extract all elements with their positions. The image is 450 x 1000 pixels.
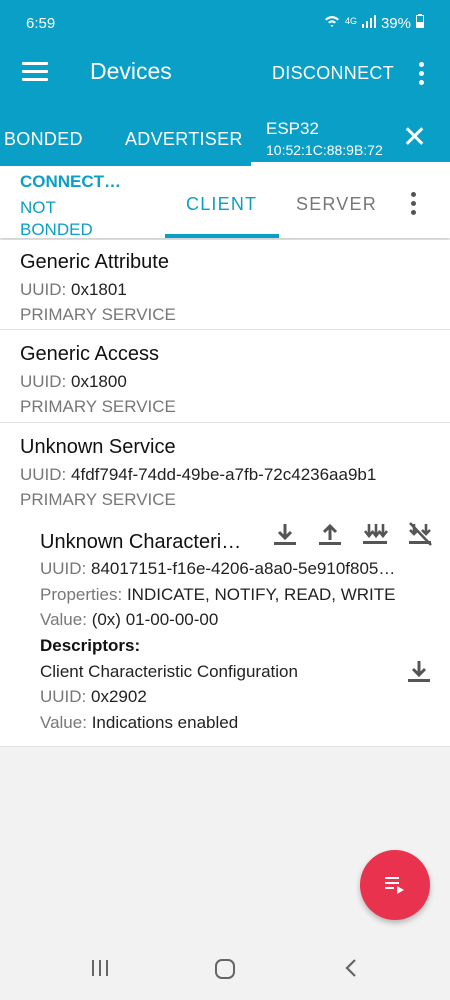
- tab-esp32[interactable]: ESP32 10:52:1C:88:9B:72: [266, 119, 383, 158]
- status-icons: 4G 39%: [324, 14, 424, 32]
- connection-state: CONNECT…: [20, 172, 122, 191]
- service-type: PRIMARY SERVICE: [20, 397, 176, 416]
- tab-advertiser[interactable]: ADVERTISER: [125, 129, 243, 150]
- service-item[interactable]: Generic Attribute UUID: 0x1801 PRIMARY S…: [0, 240, 450, 330]
- notify-icon[interactable]: [361, 522, 389, 546]
- back-icon[interactable]: [343, 958, 359, 983]
- service-list: Generic Attribute UUID: 0x1801 PRIMARY S…: [0, 240, 450, 747]
- client-tab-indicator: [165, 234, 279, 238]
- bond-state: NOT BONDED: [20, 198, 93, 239]
- system-nav-bar: [0, 940, 450, 1000]
- service-type: PRIMARY SERVICE: [20, 490, 176, 509]
- status-time: 6:59: [26, 15, 56, 32]
- log-fab-button[interactable]: [360, 850, 430, 920]
- properties-label: Properties:: [40, 584, 123, 604]
- characteristic-uuid: 84017151-f16e-4206-a8a0-5e910f805…: [91, 559, 396, 578]
- uuid-label: UUID:: [20, 465, 67, 484]
- indicate-off-icon[interactable]: [407, 522, 433, 546]
- service-uuid: 4fdf794f-74dd-49be-a7fb-72c4236aa9b1: [71, 465, 377, 484]
- service-uuid: 0x1801: [71, 280, 127, 299]
- uuid-label: UUID:: [40, 687, 87, 706]
- characteristic-item[interactable]: Unknown Characteri… UUID: 84017151-f16e-…: [0, 531, 450, 735]
- service-item-expanded[interactable]: Unknown Service UUID: 4fdf794f-74dd-49be…: [0, 423, 450, 747]
- service-name: Generic Access: [20, 343, 159, 365]
- uuid-label: UUID:: [20, 280, 67, 299]
- value-label: Value:: [40, 610, 87, 629]
- value-label: Value:: [40, 712, 87, 732]
- device-name: ESP32: [266, 119, 319, 138]
- battery-icon: [416, 14, 424, 32]
- service-uuid: 0x1800: [71, 372, 127, 391]
- service-item[interactable]: Generic Access UUID: 0x1800 PRIMARY SERV…: [0, 330, 450, 423]
- characteristic-properties: INDICATE, NOTIFY, READ, WRITE: [126, 584, 396, 604]
- read-icon[interactable]: [272, 522, 298, 546]
- recent-apps-icon[interactable]: [90, 958, 110, 983]
- characteristic-value: (0x) 01-00-00-00: [91, 610, 219, 629]
- tab-bonded[interactable]: BONDED: [4, 129, 83, 150]
- log-icon: [385, 877, 404, 894]
- service-name: Generic Attribute: [20, 251, 169, 273]
- app-toolbar: Devices DISCONNECT: [0, 38, 450, 108]
- service-type: PRIMARY SERVICE: [20, 305, 176, 324]
- descriptors-heading: Descriptors:: [40, 635, 141, 655]
- network-type: 4G: [344, 16, 357, 26]
- descriptor-read-icon[interactable]: [406, 659, 432, 683]
- uuid-label: UUID:: [40, 559, 87, 578]
- device-tabs: BONDED ADVERTISER ESP32 10:52:1C:88:9B:7…: [0, 108, 450, 166]
- device-mac: 10:52:1C:88:9B:72: [266, 142, 383, 158]
- overflow-menu-icon[interactable]: [419, 62, 425, 89]
- descriptor-name: Client Characteristic Configuration: [40, 661, 298, 681]
- write-icon[interactable]: [317, 522, 343, 546]
- connection-menu-icon[interactable]: [411, 192, 417, 219]
- wifi-icon: [324, 14, 340, 32]
- uuid-label: UUID:: [20, 372, 67, 391]
- signal-icon: [361, 14, 376, 32]
- home-icon[interactable]: [214, 958, 236, 985]
- menu-icon[interactable]: [22, 62, 48, 82]
- tab-client[interactable]: CLIENT: [186, 194, 257, 215]
- page-title: Devices: [90, 58, 172, 84]
- status-bar: 6:59 4G 39%: [0, 0, 450, 38]
- descriptor-uuid: 0x2902: [91, 687, 147, 706]
- connection-bar: CONNECT… NOT BONDED CLIENT SERVER: [0, 166, 450, 239]
- service-name: Unknown Service: [20, 436, 176, 458]
- tab-server[interactable]: SERVER: [296, 194, 377, 215]
- close-icon[interactable]: ✕: [402, 120, 427, 155]
- battery-level: 39%: [380, 14, 411, 32]
- disconnect-button[interactable]: DISCONNECT: [272, 63, 394, 84]
- descriptor-value: Indications enabled: [91, 712, 239, 732]
